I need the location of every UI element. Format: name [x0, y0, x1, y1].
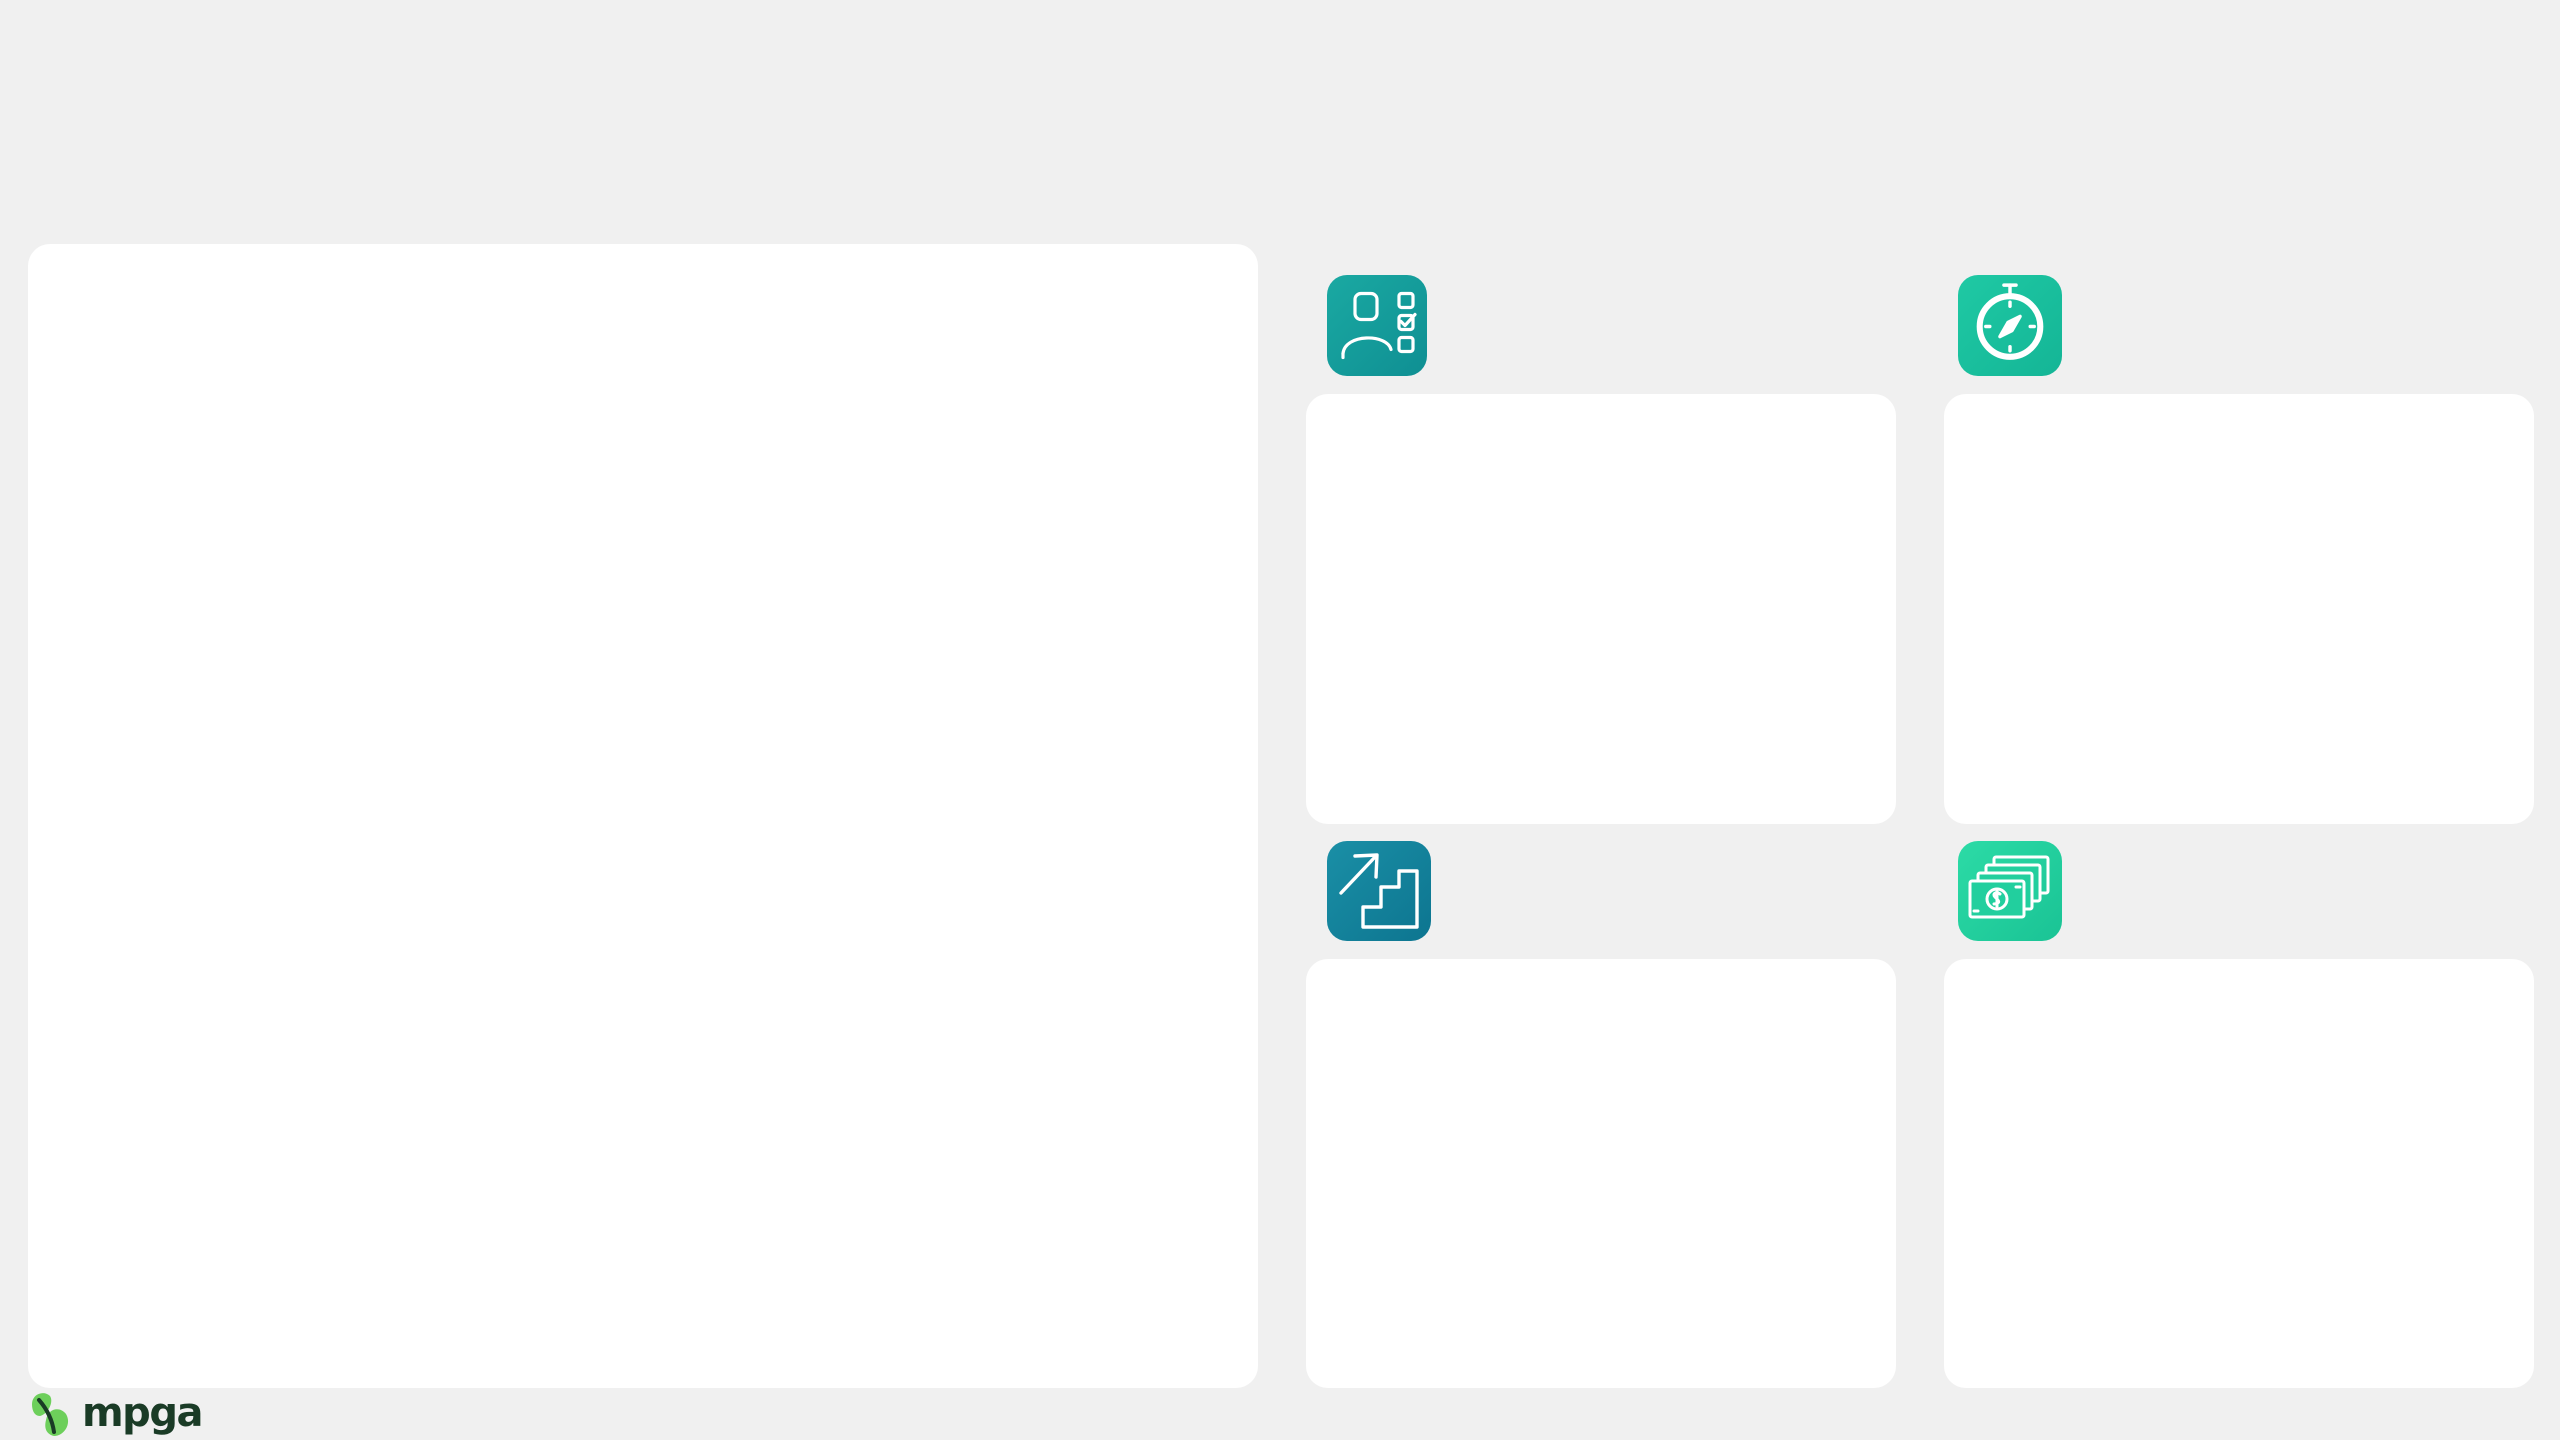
main-content-panel — [28, 244, 1258, 1388]
feature-card-3 — [1306, 959, 1896, 1388]
brand-name: mpga — [82, 1390, 203, 1436]
leaf-logo-icon — [32, 1393, 69, 1436]
stacked-banknotes-icon — [1958, 841, 2062, 941]
brand-logo: mpga — [26, 1386, 203, 1440]
feature-card-2 — [1944, 394, 2534, 824]
feature-card-1 — [1306, 394, 1896, 824]
feature-card-4 — [1944, 959, 2534, 1388]
person-checklist-icon — [1327, 275, 1427, 376]
stopwatch-compass-icon — [1958, 275, 2062, 376]
stairs-growth-arrow-icon — [1327, 841, 1431, 941]
